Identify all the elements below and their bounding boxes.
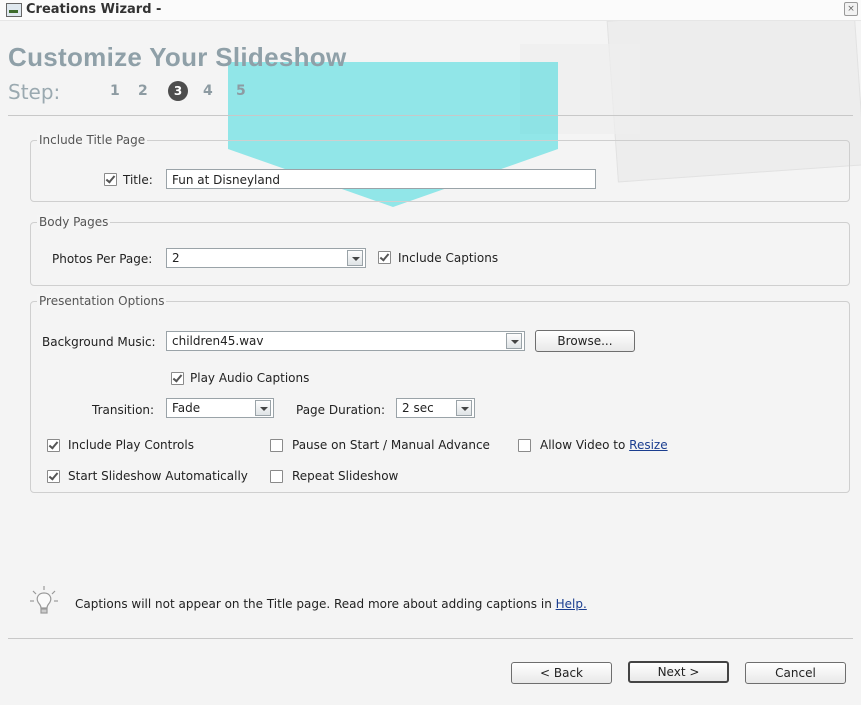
header-divider bbox=[8, 115, 853, 116]
allow-video-resize-checkbox[interactable] bbox=[518, 439, 531, 452]
photos-per-page-label: Photos Per Page: bbox=[52, 252, 153, 266]
creations-wizard-window: Creations Wizard - × Customize Your Slid… bbox=[0, 0, 861, 705]
repeat-slideshow-checkbox[interactable] bbox=[270, 470, 283, 483]
include-play-controls-checkbox[interactable] bbox=[47, 439, 60, 452]
photos-per-page-select[interactable]: 2 bbox=[166, 248, 366, 268]
pause-on-start-checkbox[interactable] bbox=[270, 439, 283, 452]
step-3-current: 3 bbox=[168, 81, 188, 101]
wizard-header: Customize Your Slideshow Step: 1 2 3 4 5 bbox=[0, 20, 861, 120]
include-captions-label: Include Captions bbox=[398, 251, 499, 265]
background-music-select[interactable]: children45.wav bbox=[166, 331, 525, 351]
chevron-down-icon[interactable] bbox=[506, 333, 522, 349]
include-title-checkbox[interactable] bbox=[104, 173, 117, 186]
chevron-down-icon[interactable] bbox=[255, 400, 271, 416]
resize-link[interactable]: Resize bbox=[629, 438, 667, 452]
step-5[interactable]: 5 bbox=[236, 83, 246, 99]
step-4[interactable]: 4 bbox=[203, 83, 213, 99]
page-duration-value: 2 sec bbox=[402, 401, 434, 415]
step-label: Step: bbox=[8, 80, 61, 104]
include-captions-checkbox[interactable] bbox=[378, 251, 391, 264]
include-play-controls-label: Include Play Controls bbox=[68, 438, 194, 452]
close-icon[interactable]: × bbox=[844, 2, 858, 16]
title-bar: Creations Wizard - × bbox=[0, 0, 861, 21]
step-1[interactable]: 1 bbox=[110, 83, 120, 99]
next-button[interactable]: Next > bbox=[628, 661, 729, 683]
footer-divider bbox=[8, 638, 853, 639]
start-slideshow-automatically-checkbox[interactable] bbox=[47, 470, 60, 483]
window-title: Creations Wizard - bbox=[26, 2, 162, 17]
title-input[interactable]: Fun at Disneyland bbox=[166, 169, 596, 189]
start-slideshow-automatically-label: Start Slideshow Automatically bbox=[68, 469, 248, 483]
pause-on-start-label: Pause on Start / Manual Advance bbox=[292, 438, 490, 452]
transition-value: Fade bbox=[172, 401, 201, 415]
play-audio-captions-checkbox[interactable] bbox=[171, 372, 184, 385]
photos-per-page-value: 2 bbox=[172, 251, 180, 265]
step-2[interactable]: 2 bbox=[138, 83, 148, 99]
chevron-down-icon[interactable] bbox=[456, 400, 472, 416]
hint-message: Captions will not appear on the Title pa… bbox=[75, 597, 556, 611]
page-duration-select[interactable]: 2 sec bbox=[396, 398, 475, 418]
help-link[interactable]: Help. bbox=[556, 597, 587, 611]
presentation-options-group: Presentation Options bbox=[30, 294, 850, 493]
browse-button[interactable]: Browse... bbox=[535, 330, 635, 352]
cancel-button[interactable]: Cancel bbox=[745, 662, 846, 684]
back-button[interactable]: < Back bbox=[511, 662, 612, 684]
body-pages-legend: Body Pages bbox=[37, 215, 111, 229]
presentation-options-legend: Presentation Options bbox=[37, 294, 167, 308]
transition-select[interactable]: Fade bbox=[166, 398, 274, 418]
repeat-slideshow-label: Repeat Slideshow bbox=[292, 469, 399, 483]
page-duration-label: Page Duration: bbox=[296, 403, 386, 417]
background-music-value: children45.wav bbox=[172, 334, 264, 348]
play-audio-captions-label: Play Audio Captions bbox=[190, 371, 310, 385]
transition-label: Transition: bbox=[92, 403, 155, 417]
hint-text: Captions will not appear on the Title pa… bbox=[75, 597, 587, 611]
app-icon bbox=[6, 3, 22, 17]
allow-video-text: Allow Video to bbox=[540, 438, 630, 452]
chevron-down-icon[interactable] bbox=[347, 250, 363, 266]
title-page-legend: Include Title Page bbox=[37, 133, 148, 147]
page-title: Customize Your Slideshow bbox=[8, 42, 347, 72]
lightbulb-icon bbox=[30, 586, 58, 614]
background-music-label: Background Music: bbox=[42, 335, 156, 349]
allow-video-resize-label: Allow Video to Resize bbox=[540, 438, 668, 452]
title-label: Title: bbox=[123, 173, 153, 187]
